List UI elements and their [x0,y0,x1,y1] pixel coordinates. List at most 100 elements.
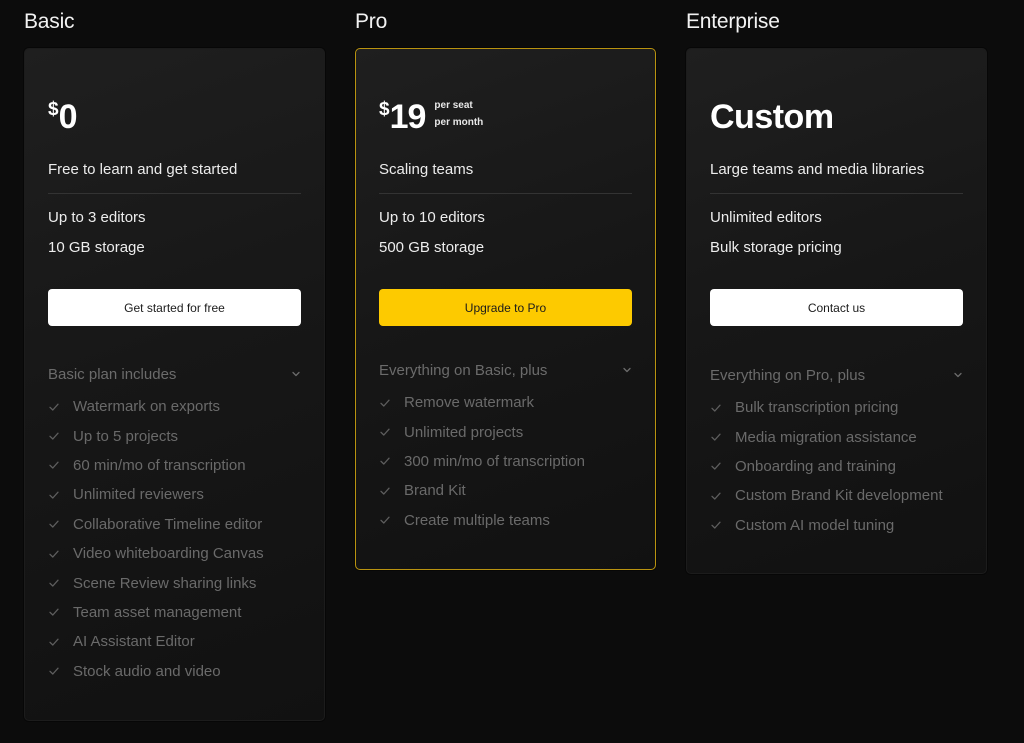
plan-spec-storage: 500 GB storage [379,239,485,256]
plan-tagline: Large teams and media libraries [710,161,925,178]
feature-item: Unlimited projects [379,417,632,446]
plan-price: Custom [710,97,834,137]
feature-label: Create multiple teams [404,511,550,529]
check-icon [49,608,59,617]
check-icon [380,428,390,436]
check-icon [380,399,390,407]
feature-item: 300 min/mo of transcription [379,447,632,476]
feature-label: Onboarding and training [735,457,896,475]
feature-item: Collaborative Timeline editor [48,510,301,539]
upgrade-to-pro-button[interactable]: Upgrade to Pro [379,289,632,326]
price-currency: $ [379,99,390,120]
feature-label: Unlimited reviewers [73,486,204,504]
plan-name: Pro [355,10,388,33]
check-icon [49,667,59,675]
feature-item: Onboarding and training [710,452,963,481]
features-heading: Basic plan includes [48,365,177,383]
get-started-free-button[interactable]: Get started for free [48,289,301,326]
feature-label: Media migration assistance [735,428,917,446]
plan-spec-editors: Unlimited editors [710,209,822,226]
feature-label: Scene Review sharing links [73,574,257,592]
feature-item: Video whiteboarding Canvas [48,539,301,568]
divider [379,193,632,194]
feature-item: Media migration assistance [710,422,963,451]
feature-item: Team asset management [48,598,301,627]
check-icon [380,487,390,495]
divider [710,193,963,194]
chevron-down-icon [623,367,631,373]
features-heading: Everything on Basic, plus [379,361,548,379]
feature-label: Unlimited projects [404,423,524,441]
features-toggle[interactable]: Basic plan includes [48,363,301,385]
check-icon [711,492,721,500]
plan-spec-editors: Up to 3 editors [48,209,146,226]
feature-label: AI Assistant Editor [73,633,195,651]
price-period: per seat per month [434,97,483,131]
price-currency: $ [48,99,59,120]
divider [48,193,301,194]
features-toggle[interactable]: Everything on Pro, plus [710,364,963,386]
plan-spec-storage: 10 GB storage [48,239,145,256]
feature-label: Team asset management [73,603,242,621]
features-heading: Everything on Pro, plus [710,366,866,384]
plan-card-basic: $ 0 Free to learn and get started Up to … [24,48,325,721]
check-icon [380,516,390,524]
check-icon [49,579,59,587]
check-icon [49,638,59,646]
plan-card-pro: $ 19 per seat per month Scaling teams Up… [355,48,656,570]
feature-item: 60 min/mo of transcription [48,451,301,480]
feature-label: Collaborative Timeline editor [73,515,263,533]
feature-item: Stock audio and video [48,657,301,686]
feature-label: Watermark on exports [73,398,220,416]
feature-label: 300 min/mo of transcription [404,452,585,470]
feature-item: Scene Review sharing links [48,568,301,597]
feature-item: Brand Kit [379,476,632,505]
plan-name: Enterprise [686,10,780,33]
feature-label: Bulk transcription pricing [735,399,899,417]
check-icon [49,403,59,411]
feature-item: Custom Brand Kit development [710,481,963,510]
plan-price: $ 19 per seat per month [379,97,483,137]
price-amount: 19 [389,98,427,136]
chevron-down-icon [954,372,962,378]
feature-label: Video whiteboarding Canvas [73,545,264,563]
plan-card-enterprise: Custom Large teams and media libraries U… [686,48,987,574]
check-icon [49,520,59,528]
feature-item: Bulk transcription pricing [710,393,963,422]
price-amount: 0 [58,98,78,136]
price-period-month: per month [434,117,484,128]
plan-spec-editors: Up to 10 editors [379,209,485,226]
feature-item: AI Assistant Editor [48,627,301,656]
feature-label: Brand Kit [404,482,466,500]
feature-label: Custom Brand Kit development [735,487,943,505]
feature-item: Custom AI model tuning [710,511,963,540]
check-icon [711,463,721,471]
features-list: Everything on Pro, plus Bulk transcripti… [710,364,963,540]
feature-label: 60 min/mo of transcription [73,456,246,474]
plan-tagline: Free to learn and get started [48,161,238,178]
feature-item: Watermark on exports [48,392,301,421]
feature-label: Remove watermark [404,394,535,412]
feature-label: Up to 5 projects [73,427,179,445]
feature-item: Up to 5 projects [48,421,301,450]
feature-label: Stock audio and video [73,662,221,680]
price-period-seat: per seat [434,100,473,111]
chevron-down-icon [292,371,300,377]
features-list: Everything on Basic, plus Remove waterma… [379,359,632,535]
check-icon [711,433,721,441]
price-amount: Custom [710,98,834,136]
plan-price: $ 0 [48,97,77,137]
plan-spec-storage: Bulk storage pricing [710,239,842,256]
check-icon [711,404,721,412]
check-icon [380,458,390,466]
plan-name: Basic [24,10,75,33]
check-icon [49,432,59,440]
feature-item: Create multiple teams [379,506,632,535]
feature-item: Remove watermark [379,388,632,417]
check-icon [49,550,59,558]
features-toggle[interactable]: Everything on Basic, plus [379,359,632,381]
plan-tagline: Scaling teams [379,161,474,178]
contact-us-button[interactable]: Contact us [710,289,963,326]
check-icon [711,521,721,529]
check-icon [49,462,59,470]
